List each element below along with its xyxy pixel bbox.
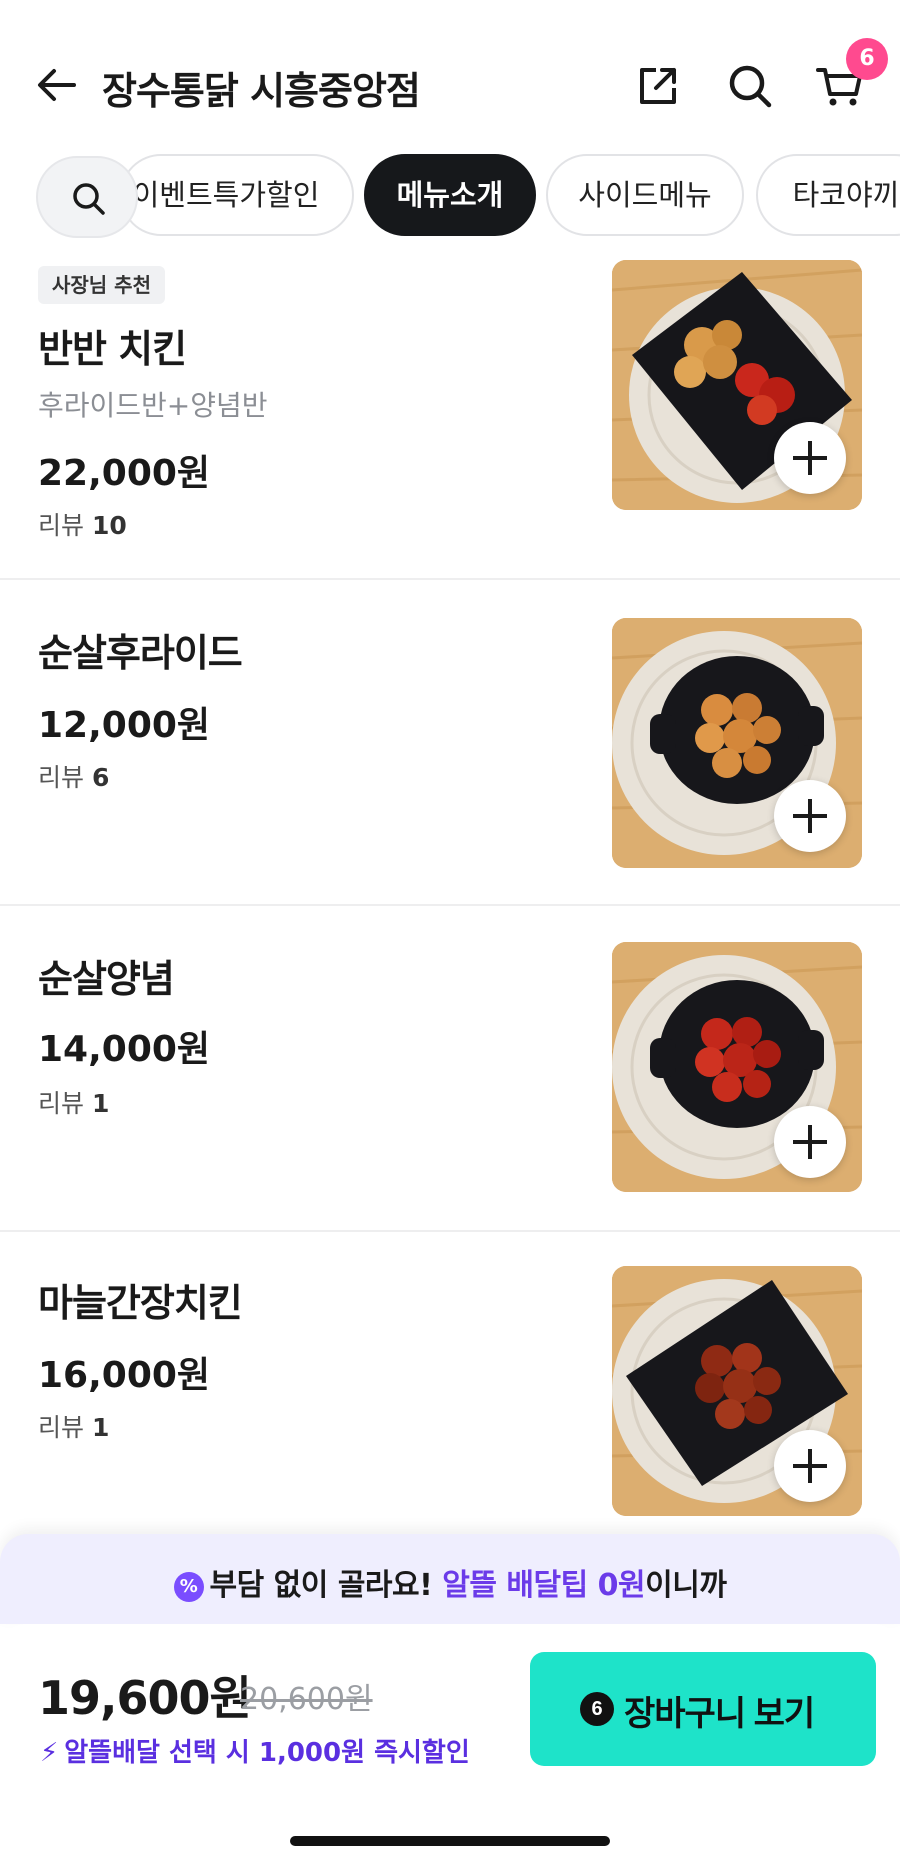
cart-button-count: 6 bbox=[580, 1692, 614, 1726]
review-label: 리뷰 bbox=[38, 511, 85, 540]
store-title: 장수통닭 시흥중앙점 bbox=[102, 69, 421, 113]
review-label: 리뷰 bbox=[38, 763, 85, 792]
back-arrow-icon[interactable] bbox=[34, 62, 80, 108]
promo-highlight: 알뜰 배달팁 0원 bbox=[442, 1568, 646, 1603]
cart-button-label: 장바구니 보기 bbox=[624, 1695, 815, 1733]
item-review: 리뷰 10 bbox=[38, 506, 127, 542]
discount-note: ⚡ 알뜰배달 선택 시 1,000원 즉시할인 bbox=[40, 1732, 470, 1769]
add-to-cart-button[interactable] bbox=[774, 1106, 846, 1178]
item-price: 16,000원 bbox=[38, 1355, 211, 1396]
item-description: 후라이드반+양념반 bbox=[38, 389, 268, 422]
original-price: 20,600원 bbox=[240, 1682, 373, 1717]
review-count: 1 bbox=[91, 1089, 110, 1118]
item-price: 14,000원 bbox=[38, 1029, 211, 1070]
promo-text-main: 부담 없이 골라요! bbox=[209, 1568, 433, 1603]
total-price: 19,600원 bbox=[38, 1671, 252, 1725]
tab-search-button[interactable] bbox=[36, 156, 138, 238]
add-to-cart-button[interactable] bbox=[774, 422, 846, 494]
item-name: 반반 치킨 bbox=[38, 327, 187, 371]
item-name: 순살후라이드 bbox=[38, 631, 243, 675]
cart-count-badge: 6 bbox=[846, 38, 888, 80]
tab-event-sale[interactable]: 이벤트특가할인 bbox=[120, 154, 354, 236]
category-tabs: 이벤트특가할인 메뉴소개 사이드메뉴 타코야끼 bbox=[0, 150, 900, 240]
view-cart-button[interactable]: 6 장바구니 보기 bbox=[530, 1652, 876, 1766]
lightning-icon: ⚡ bbox=[40, 1738, 59, 1768]
review-count: 1 bbox=[91, 1413, 110, 1442]
promo-text: % 부담 없이 골라요! 알뜰 배달팁 0원이니까 bbox=[0, 1560, 900, 1604]
tab-side-menu[interactable]: 사이드메뉴 bbox=[546, 154, 744, 236]
item-review: 리뷰 1 bbox=[38, 1084, 109, 1120]
tab-menu-intro[interactable]: 메뉴소개 bbox=[364, 154, 536, 236]
promo-text-end: 이니까 bbox=[645, 1568, 727, 1603]
share-icon[interactable] bbox=[634, 62, 682, 110]
discount-icon: % bbox=[173, 1571, 204, 1602]
order-summary-bar: 19,600원 20,600원 ⚡ 알뜰배달 선택 시 1,000원 즉시할인 6… bbox=[0, 1624, 900, 1868]
search-icon[interactable] bbox=[726, 62, 774, 110]
delivery-promo-banner: % 부담 없이 골라요! 알뜰 배달팁 0원이니까 bbox=[0, 1534, 900, 1624]
review-label: 리뷰 bbox=[38, 1089, 85, 1118]
review-count: 6 bbox=[91, 763, 110, 792]
item-name: 마늘간장치킨 bbox=[38, 1281, 243, 1325]
recommend-badge: 사장님 추천 bbox=[38, 266, 165, 304]
review-label: 리뷰 bbox=[38, 1413, 85, 1442]
review-count: 10 bbox=[91, 511, 127, 540]
add-to-cart-button[interactable] bbox=[774, 780, 846, 852]
item-name: 순살양념 bbox=[38, 957, 175, 1001]
home-indicator bbox=[290, 1836, 610, 1846]
item-review: 리뷰 6 bbox=[38, 758, 109, 794]
header: 장수통닭 시흥중앙점 6 bbox=[0, 0, 900, 150]
search-icon bbox=[73, 183, 105, 215]
item-price: 22,000원 bbox=[38, 453, 211, 494]
add-to-cart-button[interactable] bbox=[774, 1430, 846, 1502]
item-review: 리뷰 1 bbox=[38, 1408, 109, 1444]
tab-takoyaki[interactable]: 타코야끼 bbox=[756, 154, 900, 236]
discount-note-text: 알뜰배달 선택 시 1,000원 즉시할인 bbox=[64, 1738, 470, 1768]
item-price: 12,000원 bbox=[38, 705, 211, 746]
